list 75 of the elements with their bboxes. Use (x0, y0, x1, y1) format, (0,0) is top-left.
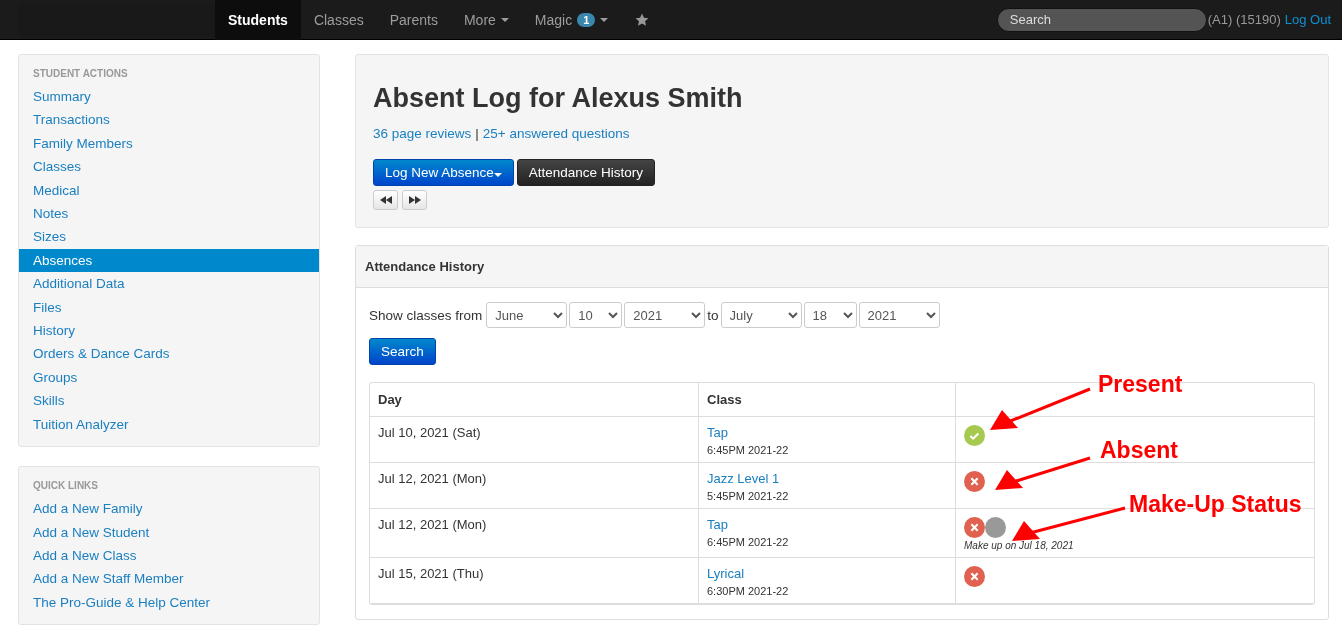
check-icon[interactable] (964, 425, 985, 446)
makeup-note: Make up on Jul 18, 2021 (964, 540, 1075, 551)
nav-tab[interactable]: More (450, 0, 522, 40)
day-cell: Jul 12, 2021 (Mon) (378, 517, 487, 532)
day-cell: Jul 12, 2021 (Mon) (378, 471, 487, 486)
separator: | (475, 126, 479, 141)
account-id: (A1) (15190) (1207, 12, 1281, 27)
forward-button[interactable] (402, 190, 427, 210)
day-cell: Jul 10, 2021 (Sat) (378, 425, 481, 440)
class-time: 6:45PM 2021-22 (707, 444, 790, 456)
cross-icon[interactable] (964, 566, 985, 587)
sidebar-item[interactable]: Summary (19, 85, 319, 109)
cross-icon[interactable] (964, 517, 985, 538)
sidebar-item[interactable]: Add a New Class (19, 543, 319, 568)
date-select[interactable]: June (486, 302, 568, 328)
sidebar-item[interactable]: Family Members (19, 131, 319, 156)
column-header: Day (370, 383, 698, 417)
sidebar-item[interactable]: Sizes (19, 225, 319, 249)
section-title: QUICK LINKS (32, 479, 99, 494)
reviews-link[interactable]: 36 page reviews (373, 126, 472, 141)
class-time: 6:45PM 2021-22 (707, 536, 790, 548)
cross-icon[interactable] (964, 471, 985, 492)
sidebar-item[interactable]: Absences (19, 248, 319, 273)
sidebar-item[interactable]: Add a New Staff Member (19, 567, 319, 591)
search-field[interactable]: Search (996, 7, 1207, 32)
sidebar-item[interactable]: The Pro-Guide & Help Center (19, 590, 319, 615)
sidebar-item[interactable]: Tuition Analyzer (19, 412, 319, 437)
sidebar-item[interactable]: Classes (19, 155, 319, 179)
filter-label: Show classes from (369, 307, 483, 323)
nav-tab[interactable]: Classes (300, 0, 377, 40)
class-link[interactable]: Tap (707, 425, 728, 440)
status-dot[interactable] (985, 517, 1006, 538)
class-time: 6:30PM 2021-22 (707, 585, 790, 597)
date-select[interactable]: 18 (803, 302, 857, 328)
date-select[interactable]: 10 (569, 302, 623, 328)
nav-tab[interactable]: Magic 1 (521, 0, 622, 40)
annotation-label: Absent (1100, 438, 1178, 464)
annotation-label: Present (1098, 372, 1183, 398)
panel-title: Attendance History (365, 259, 485, 274)
nav-tab[interactable]: Students (215, 0, 301, 40)
sidebar-item[interactable]: Additional Data (19, 272, 319, 296)
questions-link[interactable]: 25+ answered questions (482, 126, 630, 141)
date-select[interactable]: 2021 (858, 302, 940, 328)
date-select[interactable]: 2021 (624, 302, 706, 328)
annotation-label: Make-Up Status (1129, 492, 1302, 518)
fast-forward-icon (408, 196, 421, 204)
rewind-button[interactable] (373, 190, 398, 210)
class-link[interactable]: Lyrical (707, 566, 745, 581)
sidebar-item[interactable]: Files (19, 295, 319, 320)
section-title: STUDENT ACTIONS (32, 67, 129, 81)
class-time: 5:45PM 2021-22 (707, 490, 790, 502)
logout-link[interactable]: Log Out (1284, 12, 1331, 27)
sidebar-item[interactable]: Add a New Family (19, 497, 319, 521)
history-button[interactable]: Attendance History (516, 159, 655, 186)
rewind-icon (379, 196, 392, 204)
to-label: to (707, 307, 719, 323)
sidebar-item[interactable]: Skills (19, 389, 319, 413)
count-badge: 1 (577, 12, 596, 27)
nav-tab[interactable]: Parents (376, 0, 451, 40)
log-absence-button[interactable]: Log New Absence (373, 159, 514, 186)
class-link[interactable]: Jazz Level 1 (707, 471, 780, 486)
column-header: Class (698, 383, 955, 417)
class-link[interactable]: Tap (707, 517, 728, 532)
search-button[interactable]: Search (369, 338, 436, 365)
star-icon[interactable] (635, 12, 650, 27)
sidebar-item[interactable]: Notes (19, 202, 319, 226)
sidebar-item[interactable]: Transactions (19, 108, 319, 132)
page-title: Absent Log for Alexus Smith (373, 83, 744, 114)
sidebar-item[interactable]: Groups (19, 365, 319, 390)
sidebar-item[interactable]: Medical (19, 178, 319, 203)
sidebar-item[interactable]: Orders & Dance Cards (19, 342, 319, 366)
date-select[interactable]: July (720, 302, 802, 328)
sidebar-item[interactable]: Add a New Student (19, 520, 319, 544)
day-cell: Jul 15, 2021 (Thu) (378, 566, 484, 581)
sidebar-item[interactable]: History (19, 319, 319, 343)
